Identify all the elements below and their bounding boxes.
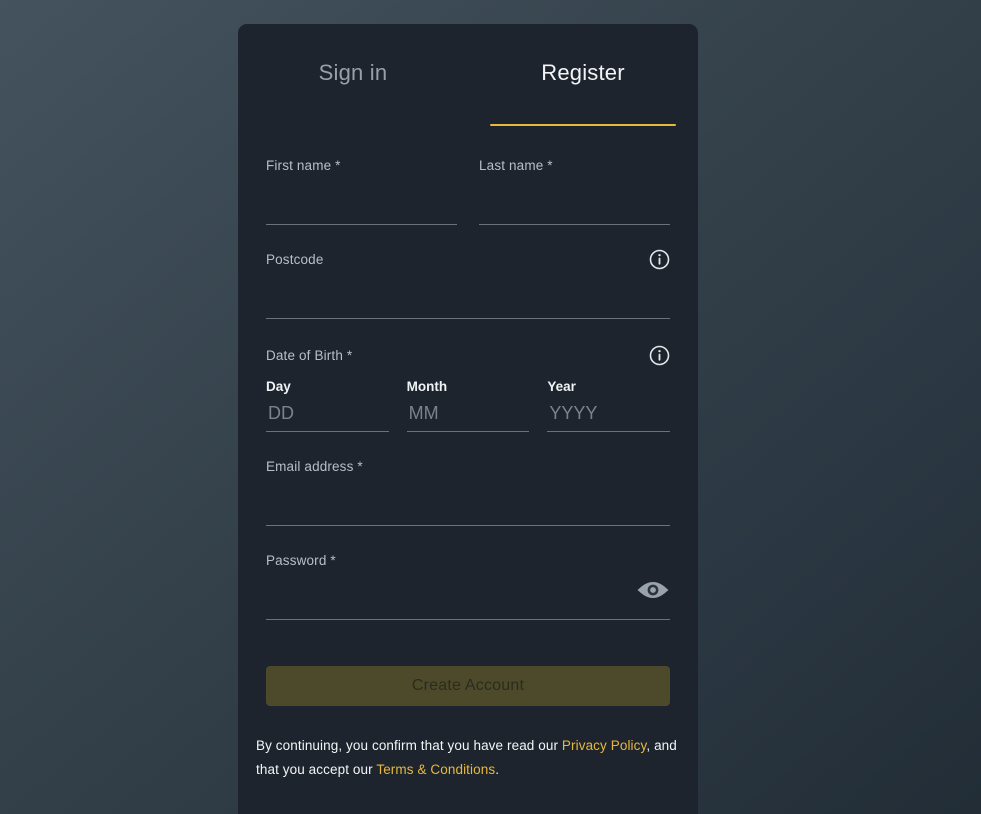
password-input[interactable] <box>266 578 670 620</box>
dob-year: Year <box>547 378 671 432</box>
dob-month-input[interactable] <box>406 400 530 432</box>
dob-day-input[interactable] <box>266 400 389 432</box>
email-input[interactable] <box>266 484 670 526</box>
tab-sign-in[interactable]: Sign in <box>238 58 468 131</box>
dob-year-label: Year <box>547 379 576 394</box>
dob-month-label: Month <box>406 379 448 394</box>
active-tab-underline <box>490 124 676 126</box>
create-account-button[interactable]: Create Account <box>266 666 670 706</box>
field-date-of-birth: Date of Birth * Day Month Year <box>266 319 671 432</box>
legal-line1-prefix: By continuing, you confirm that you have… <box>256 738 562 753</box>
submit-area: Create Account <box>238 620 698 706</box>
name-row: First name * Last name * <box>266 131 670 225</box>
tab-register[interactable]: Register <box>468 58 698 131</box>
field-email: Email address * <box>266 432 670 526</box>
legal-line2-suffix: . <box>495 762 500 777</box>
auth-card: Sign in Register First name * Last name … <box>238 24 698 814</box>
field-password: Password * <box>266 526 670 620</box>
email-label: Email address * <box>266 459 363 474</box>
dob-month: Month <box>406 378 530 432</box>
field-postcode: Postcode <box>266 225 670 319</box>
field-first-name: First name * <box>266 131 457 225</box>
password-label: Password * <box>266 553 336 568</box>
tab-sign-in-label: Sign in <box>318 60 388 85</box>
last-name-label: Last name * <box>479 158 553 173</box>
field-last-name: Last name * <box>479 131 670 225</box>
auth-tabs: Sign in Register <box>238 24 698 131</box>
info-circle-icon[interactable] <box>649 249 670 270</box>
privacy-policy-link[interactable]: Privacy Policy <box>562 738 646 753</box>
legal-line1-suffix: , <box>646 738 651 753</box>
eye-icon[interactable] <box>636 578 670 602</box>
first-name-input[interactable] <box>266 183 457 225</box>
terms-conditions-link[interactable]: Terms & Conditions <box>376 762 495 777</box>
date-of-birth-label: Date of Birth * <box>266 348 353 363</box>
last-name-input[interactable] <box>479 183 670 225</box>
postcode-label: Postcode <box>266 252 324 267</box>
postcode-input[interactable] <box>266 277 670 319</box>
tab-register-label: Register <box>541 60 625 85</box>
date-of-birth-row: Day Month Year <box>266 378 671 432</box>
info-circle-icon[interactable] <box>649 345 670 366</box>
register-form: First name * Last name * Postcode Date o… <box>238 131 698 620</box>
dob-day-label: Day <box>266 379 291 394</box>
dob-day: Day <box>266 378 389 432</box>
first-name-label: First name * <box>266 158 341 173</box>
dob-year-input[interactable] <box>547 400 671 432</box>
legal-text: By continuing, you confirm that you have… <box>238 706 698 782</box>
